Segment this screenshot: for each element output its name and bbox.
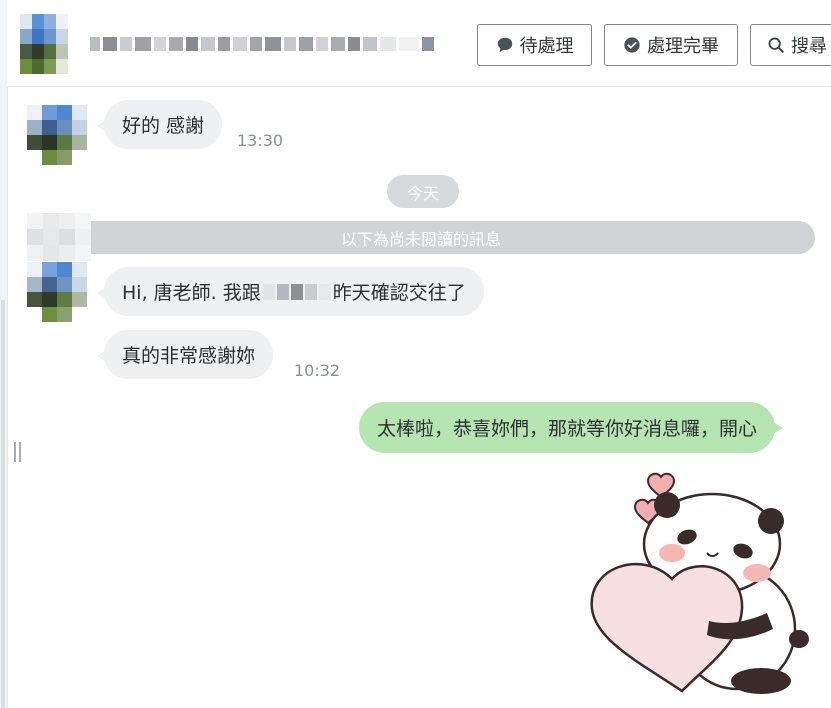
panda-ear [758, 508, 784, 534]
panda-blush [659, 544, 685, 562]
message-text: Hi, 唐老師. 我跟 [122, 282, 261, 304]
pending-button-label: 待處理 [519, 36, 574, 56]
message-text: 真的非常感謝妳 [122, 345, 256, 367]
chat-window: 待處理 處理完畢 搜尋 好的 感謝 13:30 今天 以下為尚未閱讀的訊息 Hi… [0, 0, 831, 708]
done-button-label: 處理完畢 [647, 36, 719, 56]
contact-name-redacted [90, 34, 450, 54]
date-separator: 今天 [387, 175, 459, 208]
incoming-message[interactable]: 好的 感謝 [96, 100, 223, 149]
message-text: 好的 感謝 [122, 115, 205, 137]
panda-blush [743, 564, 771, 582]
scrollbar-thumb[interactable] [1, 300, 5, 708]
panda-foot [789, 630, 809, 648]
search-button[interactable]: 搜尋 [750, 24, 831, 66]
sender-avatar[interactable] [27, 105, 87, 165]
panda-sticker[interactable] [577, 469, 817, 699]
search-button-label: 搜尋 [791, 36, 827, 56]
redacted-name [262, 283, 331, 300]
panda-ear [654, 492, 680, 518]
unread-separator: 以下為尚未閱讀的訊息 [27, 221, 815, 254]
message-time: 13:30 [237, 131, 284, 150]
magnifier-icon [768, 37, 784, 53]
message-time: 10:32 [294, 361, 341, 380]
message-list[interactable]: 好的 感謝 13:30 今天 以下為尚未閱讀的訊息 Hi, 唐老師. 我跟 昨天… [7, 87, 831, 708]
message-text: 昨天確認交往了 [332, 282, 466, 304]
done-button[interactable]: 處理完畢 [604, 24, 738, 66]
check-circle-icon [624, 37, 640, 53]
chat-header: 待處理 處理完畢 搜尋 [7, 0, 831, 87]
panda-foot [731, 668, 791, 694]
date-separator-label: 今天 [406, 183, 439, 203]
outgoing-message[interactable]: 太棒啦，恭喜妳們，那就等你好消息囉，開心 [359, 402, 784, 453]
incoming-message[interactable]: 真的非常感謝妳 [96, 330, 274, 379]
unread-separator-label: 以下為尚未閱讀的訊息 [340, 229, 501, 249]
avatar-ghost [27, 213, 91, 261]
contact-avatar[interactable] [20, 14, 68, 74]
message-text: 太棒啦，恭喜妳們，那就等你好消息囉，開心 [377, 418, 758, 440]
incoming-message[interactable]: Hi, 唐老師. 我跟 昨天確認交往了 [97, 267, 484, 316]
speech-bubble-icon [497, 37, 512, 53]
pending-button[interactable]: 待處理 [477, 24, 592, 66]
sender-avatar[interactable] [27, 262, 87, 322]
